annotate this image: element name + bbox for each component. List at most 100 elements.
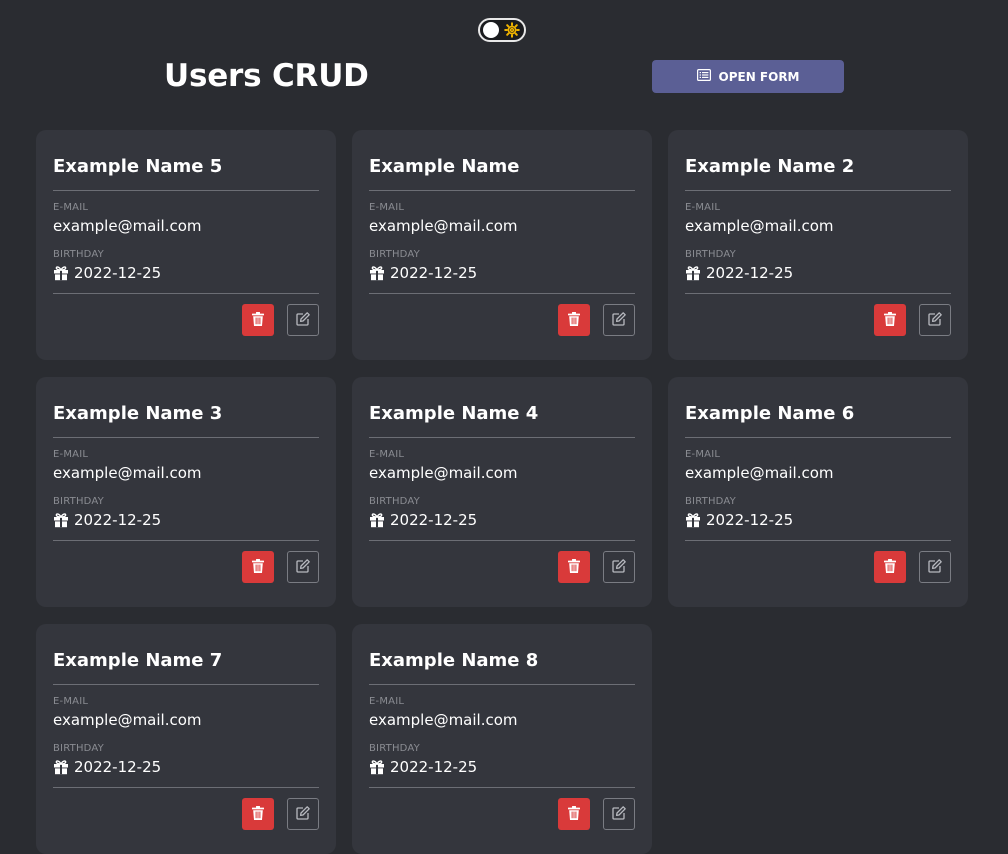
user-email: example@mail.com <box>685 217 834 235</box>
edit-button[interactable] <box>287 304 319 336</box>
user-email: example@mail.com <box>53 711 202 729</box>
user-card: Example Name E-MAIL example@mail.com BIR… <box>352 130 652 360</box>
birthday-label: BIRTHDAY <box>685 496 736 507</box>
user-card: Example Name 6 E-MAIL example@mail.com B… <box>668 377 968 607</box>
user-email: example@mail.com <box>369 464 518 482</box>
card-divider <box>369 684 635 685</box>
gear-icon <box>504 22 520 38</box>
user-birthday: 2022-12-25 <box>74 758 162 776</box>
card-divider <box>53 190 319 191</box>
email-label: E-MAIL <box>53 696 89 707</box>
email-label: E-MAIL <box>369 202 405 213</box>
birthday-label: BIRTHDAY <box>369 496 420 507</box>
birthday-row: 2022-12-25 <box>685 510 951 530</box>
delete-button[interactable] <box>558 551 590 583</box>
birthday-label: BIRTHDAY <box>53 496 104 507</box>
email-label: E-MAIL <box>53 449 89 460</box>
user-card: Example Name 8 E-MAIL example@mail.com B… <box>352 624 652 854</box>
card-divider-bottom <box>369 293 635 294</box>
open-form-label: OPEN FORM <box>718 69 800 84</box>
gift-icon <box>685 512 701 528</box>
toggle-knob <box>483 22 499 38</box>
card-divider <box>685 437 951 438</box>
trash-icon <box>250 311 266 330</box>
edit-button[interactable] <box>603 551 635 583</box>
user-name: Example Name 6 <box>685 403 855 424</box>
user-email: example@mail.com <box>53 217 202 235</box>
card-divider <box>53 684 319 685</box>
trash-icon <box>566 311 582 330</box>
card-divider-bottom <box>53 293 319 294</box>
edit-button[interactable] <box>603 304 635 336</box>
page-title: Users CRUD <box>164 58 369 94</box>
edit-icon <box>927 311 943 330</box>
birthday-row: 2022-12-25 <box>53 757 319 777</box>
user-card: Example Name 7 E-MAIL example@mail.com B… <box>36 624 336 854</box>
theme-toggle[interactable] <box>478 18 526 42</box>
card-divider-bottom <box>685 293 951 294</box>
edit-icon <box>611 805 627 824</box>
card-divider-bottom <box>685 540 951 541</box>
card-actions <box>874 551 951 583</box>
user-birthday: 2022-12-25 <box>706 511 794 529</box>
trash-icon <box>882 311 898 330</box>
user-name: Example Name 2 <box>685 156 855 177</box>
card-actions <box>558 551 635 583</box>
birthday-row: 2022-12-25 <box>53 510 319 530</box>
user-cards-grid: Example Name 5 E-MAIL example@mail.com B… <box>36 130 968 854</box>
edit-button[interactable] <box>287 551 319 583</box>
trash-icon <box>250 805 266 824</box>
delete-button[interactable] <box>242 304 274 336</box>
edit-button[interactable] <box>603 798 635 830</box>
edit-button[interactable] <box>287 798 319 830</box>
card-divider-bottom <box>369 540 635 541</box>
birthday-row: 2022-12-25 <box>369 263 635 283</box>
delete-button[interactable] <box>242 551 274 583</box>
user-card: Example Name 4 E-MAIL example@mail.com B… <box>352 377 652 607</box>
email-label: E-MAIL <box>369 696 405 707</box>
trash-icon <box>566 805 582 824</box>
delete-button[interactable] <box>874 304 906 336</box>
user-name: Example Name 8 <box>369 650 539 671</box>
card-divider <box>369 190 635 191</box>
card-divider-bottom <box>369 787 635 788</box>
user-name: Example Name <box>369 156 520 177</box>
edit-icon <box>295 805 311 824</box>
user-birthday: 2022-12-25 <box>74 511 162 529</box>
card-divider-bottom <box>53 787 319 788</box>
user-card: Example Name 2 E-MAIL example@mail.com B… <box>668 130 968 360</box>
edit-icon <box>295 558 311 577</box>
gift-icon <box>369 265 385 281</box>
birthday-label: BIRTHDAY <box>685 249 736 260</box>
user-birthday: 2022-12-25 <box>706 264 794 282</box>
delete-button[interactable] <box>558 304 590 336</box>
gift-icon <box>53 265 69 281</box>
user-card: Example Name 5 E-MAIL example@mail.com B… <box>36 130 336 360</box>
user-birthday: 2022-12-25 <box>390 264 478 282</box>
delete-button[interactable] <box>242 798 274 830</box>
gift-icon <box>53 759 69 775</box>
user-birthday: 2022-12-25 <box>74 264 162 282</box>
user-email: example@mail.com <box>685 464 834 482</box>
birthday-row: 2022-12-25 <box>369 510 635 530</box>
edit-icon <box>295 311 311 330</box>
card-divider <box>369 437 635 438</box>
email-label: E-MAIL <box>53 202 89 213</box>
trash-icon <box>250 558 266 577</box>
birthday-label: BIRTHDAY <box>369 743 420 754</box>
edit-button[interactable] <box>919 304 951 336</box>
user-name: Example Name 5 <box>53 156 223 177</box>
user-birthday: 2022-12-25 <box>390 758 478 776</box>
delete-button[interactable] <box>874 551 906 583</box>
edit-icon <box>611 558 627 577</box>
card-divider-bottom <box>53 540 319 541</box>
delete-button[interactable] <box>558 798 590 830</box>
user-email: example@mail.com <box>53 464 202 482</box>
birthday-row: 2022-12-25 <box>53 263 319 283</box>
user-email: example@mail.com <box>369 711 518 729</box>
edit-button[interactable] <box>919 551 951 583</box>
birthday-row: 2022-12-25 <box>369 757 635 777</box>
open-form-button[interactable]: OPEN FORM <box>652 60 844 93</box>
email-label: E-MAIL <box>685 449 721 460</box>
user-name: Example Name 7 <box>53 650 223 671</box>
